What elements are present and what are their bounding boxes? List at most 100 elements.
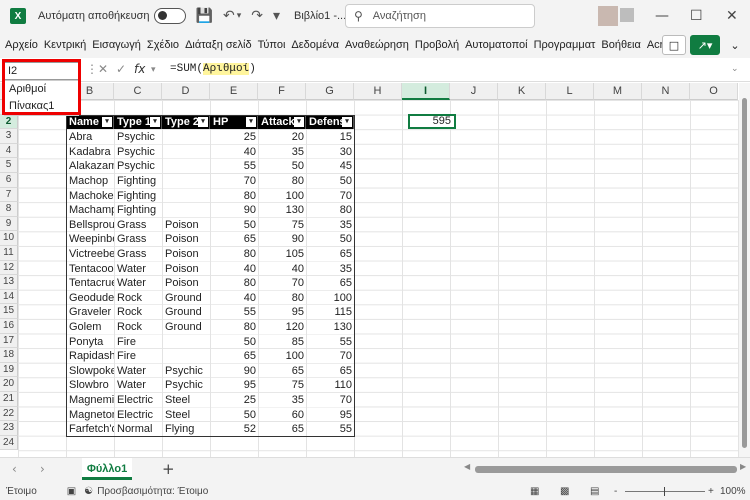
hscroll-right-icon[interactable]: ▶ — [740, 462, 746, 471]
undo-icon[interactable]: ↶ — [223, 8, 235, 24]
row-header[interactable]: 21 — [0, 392, 18, 407]
table-cell[interactable]: 25 — [211, 130, 258, 144]
tab-help[interactable]: Βοήθεια — [601, 39, 640, 51]
enter-icon[interactable]: ✓ — [116, 62, 126, 76]
table-cell[interactable]: Psychic — [115, 144, 162, 159]
tab-review[interactable]: Αναθεώρηση — [345, 39, 409, 51]
table-cell[interactable]: 65 — [307, 276, 354, 290]
zoom-in-button[interactable]: + — [708, 486, 714, 497]
tab-file[interactable]: Αρχείο — [5, 39, 38, 51]
table-cell[interactable]: 70 — [259, 276, 306, 290]
table-cell[interactable]: 80 — [211, 320, 258, 334]
column-header[interactable]: M — [594, 83, 642, 100]
table-cell[interactable]: Rock — [115, 320, 162, 334]
table-cell[interactable]: 130 — [307, 320, 354, 334]
table-header-cell[interactable]: Attack ▾ — [258, 114, 306, 130]
normal-view-icon[interactable]: ▦ — [530, 486, 539, 497]
row-header[interactable]: 20 — [0, 377, 18, 392]
table-header-cell[interactable]: Type 2 ▾ — [162, 114, 210, 130]
tab-insert[interactable]: Εισαγωγή — [92, 39, 141, 51]
table-cell[interactable]: 65 — [211, 232, 258, 246]
table-cell[interactable]: 75 — [259, 378, 306, 392]
table-cell[interactable]: Rapidash — [67, 349, 114, 363]
row-header[interactable]: 18 — [0, 348, 18, 363]
filter-dropdown-icon[interactable]: ▾ — [294, 116, 304, 127]
table-cell[interactable]: 65 — [259, 422, 306, 436]
table-cell[interactable]: Rock — [115, 305, 162, 319]
table-cell[interactable]: Poison — [163, 261, 210, 276]
formula-input[interactable]: =SUM(Αριθμοί) — [170, 63, 256, 75]
tab-page-layout[interactable]: Διάταξη σελίδ — [185, 39, 252, 51]
table-cell[interactable]: 50 — [259, 159, 306, 173]
table-cell[interactable]: Fighting — [115, 188, 162, 203]
row-header[interactable]: 16 — [0, 319, 18, 334]
tab-draw[interactable]: Σχέδιο — [147, 39, 179, 51]
table-cell[interactable]: 110 — [307, 378, 354, 392]
hscroll-left-icon[interactable]: ◀ — [464, 462, 470, 471]
table-cell[interactable]: 75 — [259, 217, 306, 232]
table-cell[interactable]: 70 — [307, 349, 354, 363]
insert-function-icon[interactable]: fx — [134, 62, 145, 76]
column-header[interactable]: O — [690, 83, 738, 100]
zoom-slider-thumb[interactable] — [664, 487, 665, 496]
table-cell[interactable]: Psychic — [115, 159, 162, 173]
table-cell[interactable]: 45 — [307, 159, 354, 173]
close-icon[interactable]: ✕ — [726, 0, 738, 32]
table-cell[interactable]: 130 — [259, 203, 306, 217]
maximize-icon[interactable]: ☐ — [690, 0, 703, 32]
table-cell[interactable]: 35 — [259, 144, 306, 159]
table-cell[interactable]: 50 — [307, 174, 354, 188]
table-cell[interactable]: 115 — [307, 305, 354, 319]
table-cell[interactable]: Alakazam — [67, 159, 114, 173]
table-cell[interactable]: Machoke — [67, 188, 114, 203]
table-cell[interactable]: 70 — [307, 393, 354, 407]
row-header[interactable]: 5 — [0, 158, 18, 173]
table-cell[interactable] — [163, 144, 210, 159]
table-cell[interactable]: Ground — [163, 305, 210, 319]
table-cell[interactable]: 120 — [259, 320, 306, 334]
next-sheet-icon[interactable]: › — [40, 462, 45, 476]
table-cell[interactable]: Flying — [163, 422, 210, 436]
add-sheet-icon[interactable]: + — [162, 460, 175, 478]
expand-formula-icon[interactable]: ⌄ — [731, 64, 739, 74]
table-cell[interactable]: Psychic — [115, 130, 162, 144]
search-box[interactable]: ⚲ Αναζήτηση — [345, 4, 535, 28]
cancel-icon[interactable]: ✕ — [98, 62, 108, 76]
table-cell[interactable]: 65 — [307, 247, 354, 261]
column-header[interactable]: L — [546, 83, 594, 100]
tab-developer[interactable]: Προγραμματ — [534, 39, 596, 51]
table-cell[interactable]: 105 — [259, 247, 306, 261]
table-cell[interactable] — [163, 159, 210, 173]
filter-dropdown-icon[interactable]: ▾ — [102, 116, 112, 127]
row-header[interactable]: 9 — [0, 216, 18, 232]
table-cell[interactable]: 35 — [307, 261, 354, 276]
ribbon-collapse-icon[interactable]: ⌄ — [724, 35, 746, 55]
table-cell[interactable]: Golem — [67, 320, 114, 334]
table-cell[interactable]: Water — [115, 378, 162, 392]
document-title[interactable]: Βιβλίο1 -... — [294, 10, 346, 22]
row-header[interactable]: 7 — [0, 187, 18, 203]
filter-dropdown-icon[interactable]: ▾ — [246, 116, 256, 127]
table-cell[interactable]: 60 — [259, 407, 306, 422]
table-cell[interactable]: 50 — [307, 232, 354, 246]
table-cell[interactable]: 50 — [211, 217, 258, 232]
table-header-cell[interactable]: HP ▾ — [210, 114, 258, 130]
table-cell[interactable]: 80 — [259, 290, 306, 305]
table-cell[interactable]: 30 — [307, 144, 354, 159]
filter-dropdown-icon[interactable]: ▾ — [150, 116, 160, 127]
page-break-view-icon[interactable]: ▤ — [590, 486, 599, 497]
tab-automate[interactable]: Αυτοματοποί — [465, 39, 528, 51]
row-header[interactable]: 17 — [0, 333, 18, 349]
row-header[interactable]: 24 — [0, 435, 18, 451]
table-cell[interactable]: Geodude — [67, 290, 114, 305]
prev-sheet-icon[interactable]: ‹ — [12, 462, 17, 476]
table-cell[interactable]: Tentacruel — [67, 276, 114, 290]
table-cell[interactable]: 52 — [211, 422, 258, 436]
fx-dropdown-icon[interactable]: ▾ — [151, 65, 156, 75]
column-header[interactable]: H — [354, 83, 402, 100]
table-cell[interactable]: 20 — [259, 130, 306, 144]
row-header[interactable]: 11 — [0, 246, 18, 261]
table-cell[interactable] — [163, 130, 210, 144]
table-header-cell[interactable]: Defense ▾ — [306, 114, 354, 130]
table-cell[interactable]: 80 — [211, 276, 258, 290]
